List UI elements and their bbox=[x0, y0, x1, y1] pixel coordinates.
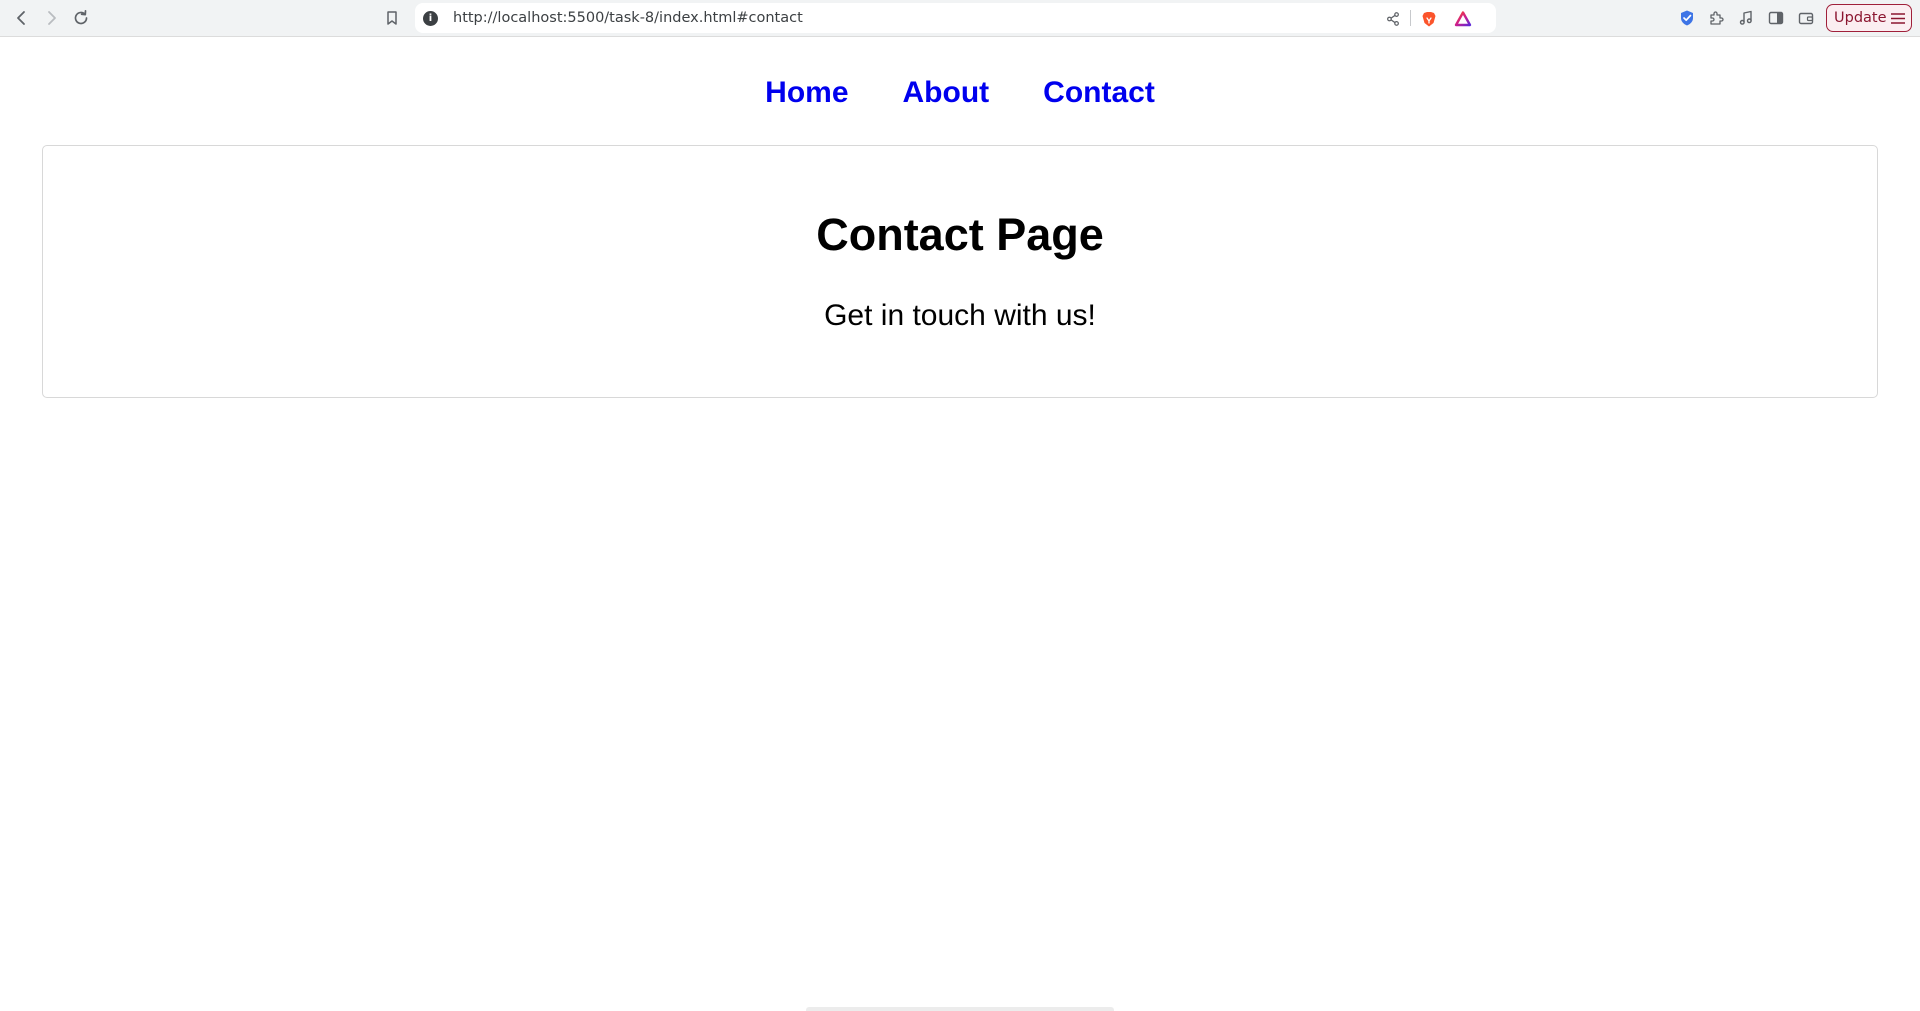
page-viewport: Home About Contact Contact Page Get in t… bbox=[0, 38, 1920, 1011]
update-button[interactable]: Update bbox=[1826, 4, 1912, 32]
extensions-button[interactable] bbox=[1704, 6, 1728, 30]
forward-arrow-icon bbox=[48, 11, 56, 25]
sidebar-icon bbox=[1768, 11, 1784, 25]
media-button[interactable] bbox=[1734, 6, 1758, 30]
nav-link-contact[interactable]: Contact bbox=[1043, 78, 1155, 108]
address-bar[interactable]: i http://localhost:5500/task-8/index.htm… bbox=[415, 3, 1496, 33]
back-button[interactable] bbox=[10, 6, 34, 30]
brave-rewards-triangle-icon bbox=[1454, 11, 1472, 27]
info-icon[interactable]: i bbox=[423, 11, 438, 26]
share-button[interactable] bbox=[1383, 9, 1403, 29]
url-text[interactable]: http://localhost:5500/task-8/index.html#… bbox=[453, 10, 803, 26]
shield-check-icon bbox=[1681, 10, 1693, 26]
update-label: Update bbox=[1834, 10, 1887, 26]
hamburger-menu-icon bbox=[1891, 13, 1905, 24]
contact-section: Contact Page Get in touch with us! bbox=[42, 145, 1878, 398]
page-title: Contact Page bbox=[816, 209, 1104, 260]
reload-button[interactable] bbox=[69, 6, 93, 30]
bookmark-icon bbox=[387, 11, 397, 25]
wallet-icon bbox=[1798, 12, 1814, 25]
nav-link-about[interactable]: About bbox=[903, 78, 990, 108]
share-icon bbox=[1387, 12, 1399, 26]
address-bar-divider bbox=[1410, 10, 1411, 26]
music-note-icon bbox=[1739, 10, 1752, 25]
puzzle-icon bbox=[1710, 11, 1724, 25]
nav-link-home[interactable]: Home bbox=[765, 78, 848, 108]
forward-button[interactable] bbox=[39, 6, 63, 30]
back-arrow-icon bbox=[17, 11, 25, 25]
sidebar-button[interactable] bbox=[1764, 6, 1788, 30]
wallet-button[interactable] bbox=[1794, 6, 1818, 30]
brave-lion-icon bbox=[1422, 12, 1436, 27]
reload-icon bbox=[74, 9, 88, 25]
main-nav: Home About Contact bbox=[0, 78, 1920, 108]
browser-toolbar: i http://localhost:5500/task-8/index.htm… bbox=[0, 0, 1920, 37]
brave-shields-button[interactable] bbox=[1419, 9, 1439, 29]
vpn-button[interactable] bbox=[1675, 6, 1699, 30]
brave-rewards-button[interactable] bbox=[1453, 9, 1473, 29]
status-bubble bbox=[806, 1007, 1114, 1011]
page-description: Get in touch with us! bbox=[824, 299, 1096, 332]
bookmark-button[interactable] bbox=[380, 6, 404, 30]
